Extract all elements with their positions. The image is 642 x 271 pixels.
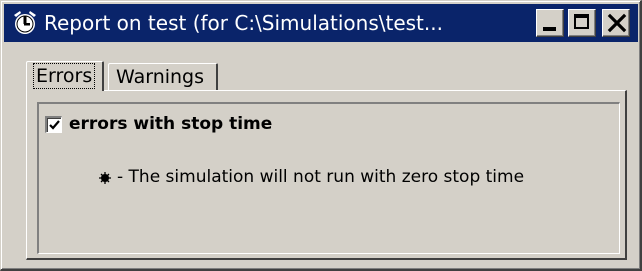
minimize-icon (543, 27, 556, 31)
maximize-icon (574, 14, 589, 29)
tab-warnings-label: Warnings (116, 66, 205, 88)
window-title: Report on test (for C:\Simulations\test.… (44, 11, 443, 35)
report-window: Report on test (for C:\Simulations\test.… (0, 0, 642, 271)
errors-with-stop-time-checkbox[interactable] (45, 116, 62, 133)
tab-strip: Errors Warnings (4, 45, 638, 91)
minimize-button[interactable] (536, 9, 564, 37)
section-label: errors with stop time (69, 114, 273, 134)
bullet-icon (99, 172, 111, 184)
tab-warnings[interactable]: Warnings (108, 63, 218, 91)
app-icon[interactable] (11, 8, 39, 36)
tab-errors[interactable]: Errors (26, 61, 104, 91)
title-bar[interactable]: Report on test (for C:\Simulations\test.… (4, 4, 638, 42)
maximize-button[interactable] (568, 9, 596, 37)
close-button[interactable] (602, 9, 630, 37)
checkmark-icon (49, 120, 60, 130)
errors-panel: errors with stop time - The simulation w… (26, 90, 627, 260)
errors-list-area[interactable]: errors with stop time - The simulation w… (37, 102, 620, 254)
error-message: - The simulation will not run with zero … (117, 167, 525, 187)
close-icon (607, 13, 627, 33)
tab-errors-label: Errors (33, 63, 96, 89)
